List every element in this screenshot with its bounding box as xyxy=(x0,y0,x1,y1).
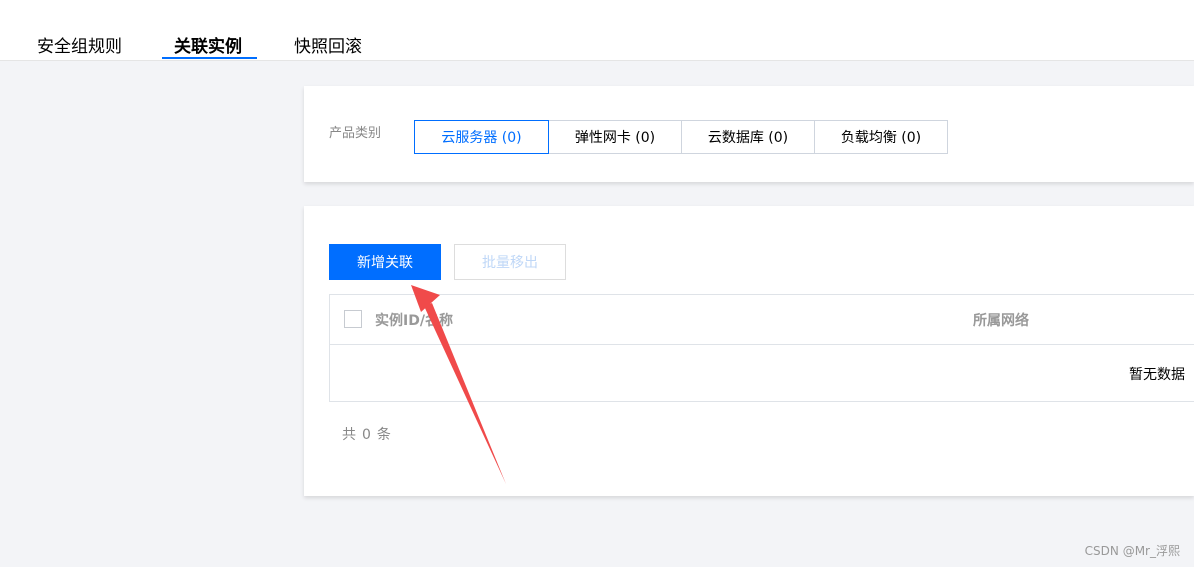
select-all-checkbox[interactable] xyxy=(344,310,362,328)
product-category-label: 产品类别 xyxy=(329,126,382,141)
batch-remove-button[interactable]: 批量移出 xyxy=(454,244,566,280)
instance-list-card: 新增关联 批量移出 实例ID/名称 所属网络 暂无数据 共0条 xyxy=(304,206,1194,496)
total-suffix: 条 xyxy=(376,427,391,443)
instance-table: 实例ID/名称 所属网络 暂无数据 xyxy=(329,294,1194,402)
column-instance-id-name: 实例ID/名称 xyxy=(375,313,453,329)
add-association-button[interactable]: 新增关联 xyxy=(329,244,441,280)
table-header: 实例ID/名称 所属网络 xyxy=(330,295,1194,345)
active-tab-indicator xyxy=(162,57,257,59)
column-network: 所属网络 xyxy=(973,313,1029,329)
total-prefix: 共 xyxy=(342,427,356,443)
watermark: CSDN @Mr_浮熙 xyxy=(1084,544,1180,558)
segment-cvm[interactable]: 云服务器 (0) xyxy=(414,120,549,154)
segment-database[interactable]: 云数据库 (0) xyxy=(681,120,815,154)
total-count: 共0条 xyxy=(342,424,397,444)
tab-snapshot-rollback[interactable]: 快照回滚 xyxy=(294,32,362,65)
filter-card: 产品类别 云服务器 (0) 弹性网卡 (0) 云数据库 (0) 负载均衡 (0) xyxy=(304,86,1194,182)
tab-associated-instances[interactable]: 关联实例 xyxy=(174,32,242,65)
empty-state-text: 暂无数据 xyxy=(1129,367,1185,383)
tab-security-group-rules[interactable]: 安全组规则 xyxy=(37,32,122,65)
segment-load-balancer[interactable]: 负载均衡 (0) xyxy=(814,120,948,154)
page-title-clipped xyxy=(22,0,29,6)
segment-eni[interactable]: 弹性网卡 (0) xyxy=(548,120,682,154)
top-bar: 安全组规则 关联实例 快照回滚 xyxy=(0,0,1194,61)
total-number: 0 xyxy=(362,427,371,443)
